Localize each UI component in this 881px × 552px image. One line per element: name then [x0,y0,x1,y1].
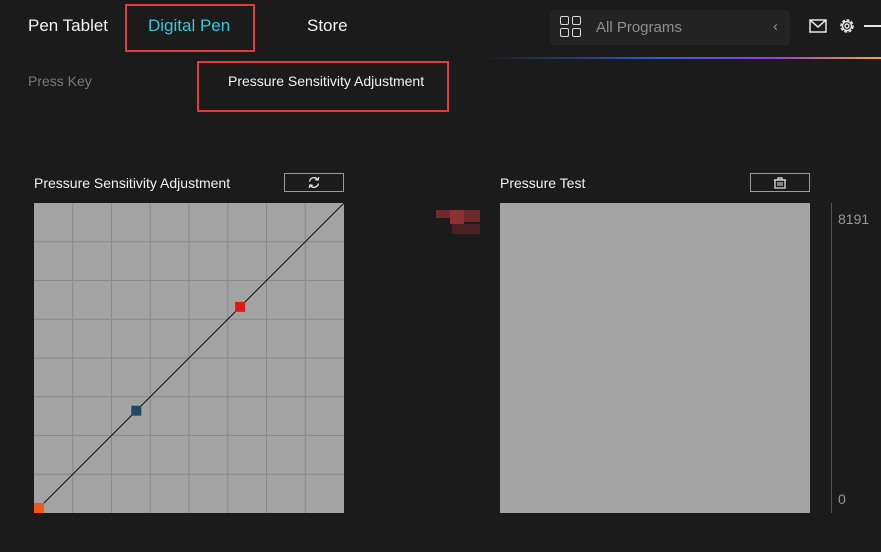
pen-pressure-indicator-icon [436,210,480,234]
program-selector[interactable]: All Programs ‹ [550,10,790,45]
pressure-test-title: Pressure Test [500,175,586,191]
curve-control-handle-low[interactable] [131,405,142,416]
clear-test-button[interactable] [750,173,810,192]
pressure-scale-min: 0 [838,491,846,507]
pressure-scale-max: 8191 [838,211,870,227]
highlight-box-digital-pen [125,4,255,52]
header-divider [0,57,881,59]
highlight-box-pressure-adjustment [197,61,449,112]
gear-icon[interactable] [838,17,856,35]
tab-store[interactable]: Store [307,16,348,36]
curve-start-handle[interactable] [34,503,44,513]
curve-control-handle-high[interactable] [235,301,246,312]
trash-icon [774,177,786,189]
grid-icon [560,16,582,38]
chevron-left-icon[interactable]: ‹ [773,18,778,35]
pressure-test-canvas[interactable] [500,203,810,513]
refresh-icon [308,177,320,188]
minimize-icon[interactable] [864,25,881,27]
pressure-curve-editor[interactable] [34,203,344,513]
subtab-press-key[interactable]: Press Key [28,73,92,89]
pressure-adjustment-title: Pressure Sensitivity Adjustment [34,175,231,191]
program-selector-value: All Programs [596,19,682,36]
tab-pen-tablet[interactable]: Pen Tablet [28,16,108,36]
pressure-scale-bar [831,203,832,513]
mail-icon[interactable] [809,19,827,33]
reset-curve-button[interactable] [284,173,344,192]
